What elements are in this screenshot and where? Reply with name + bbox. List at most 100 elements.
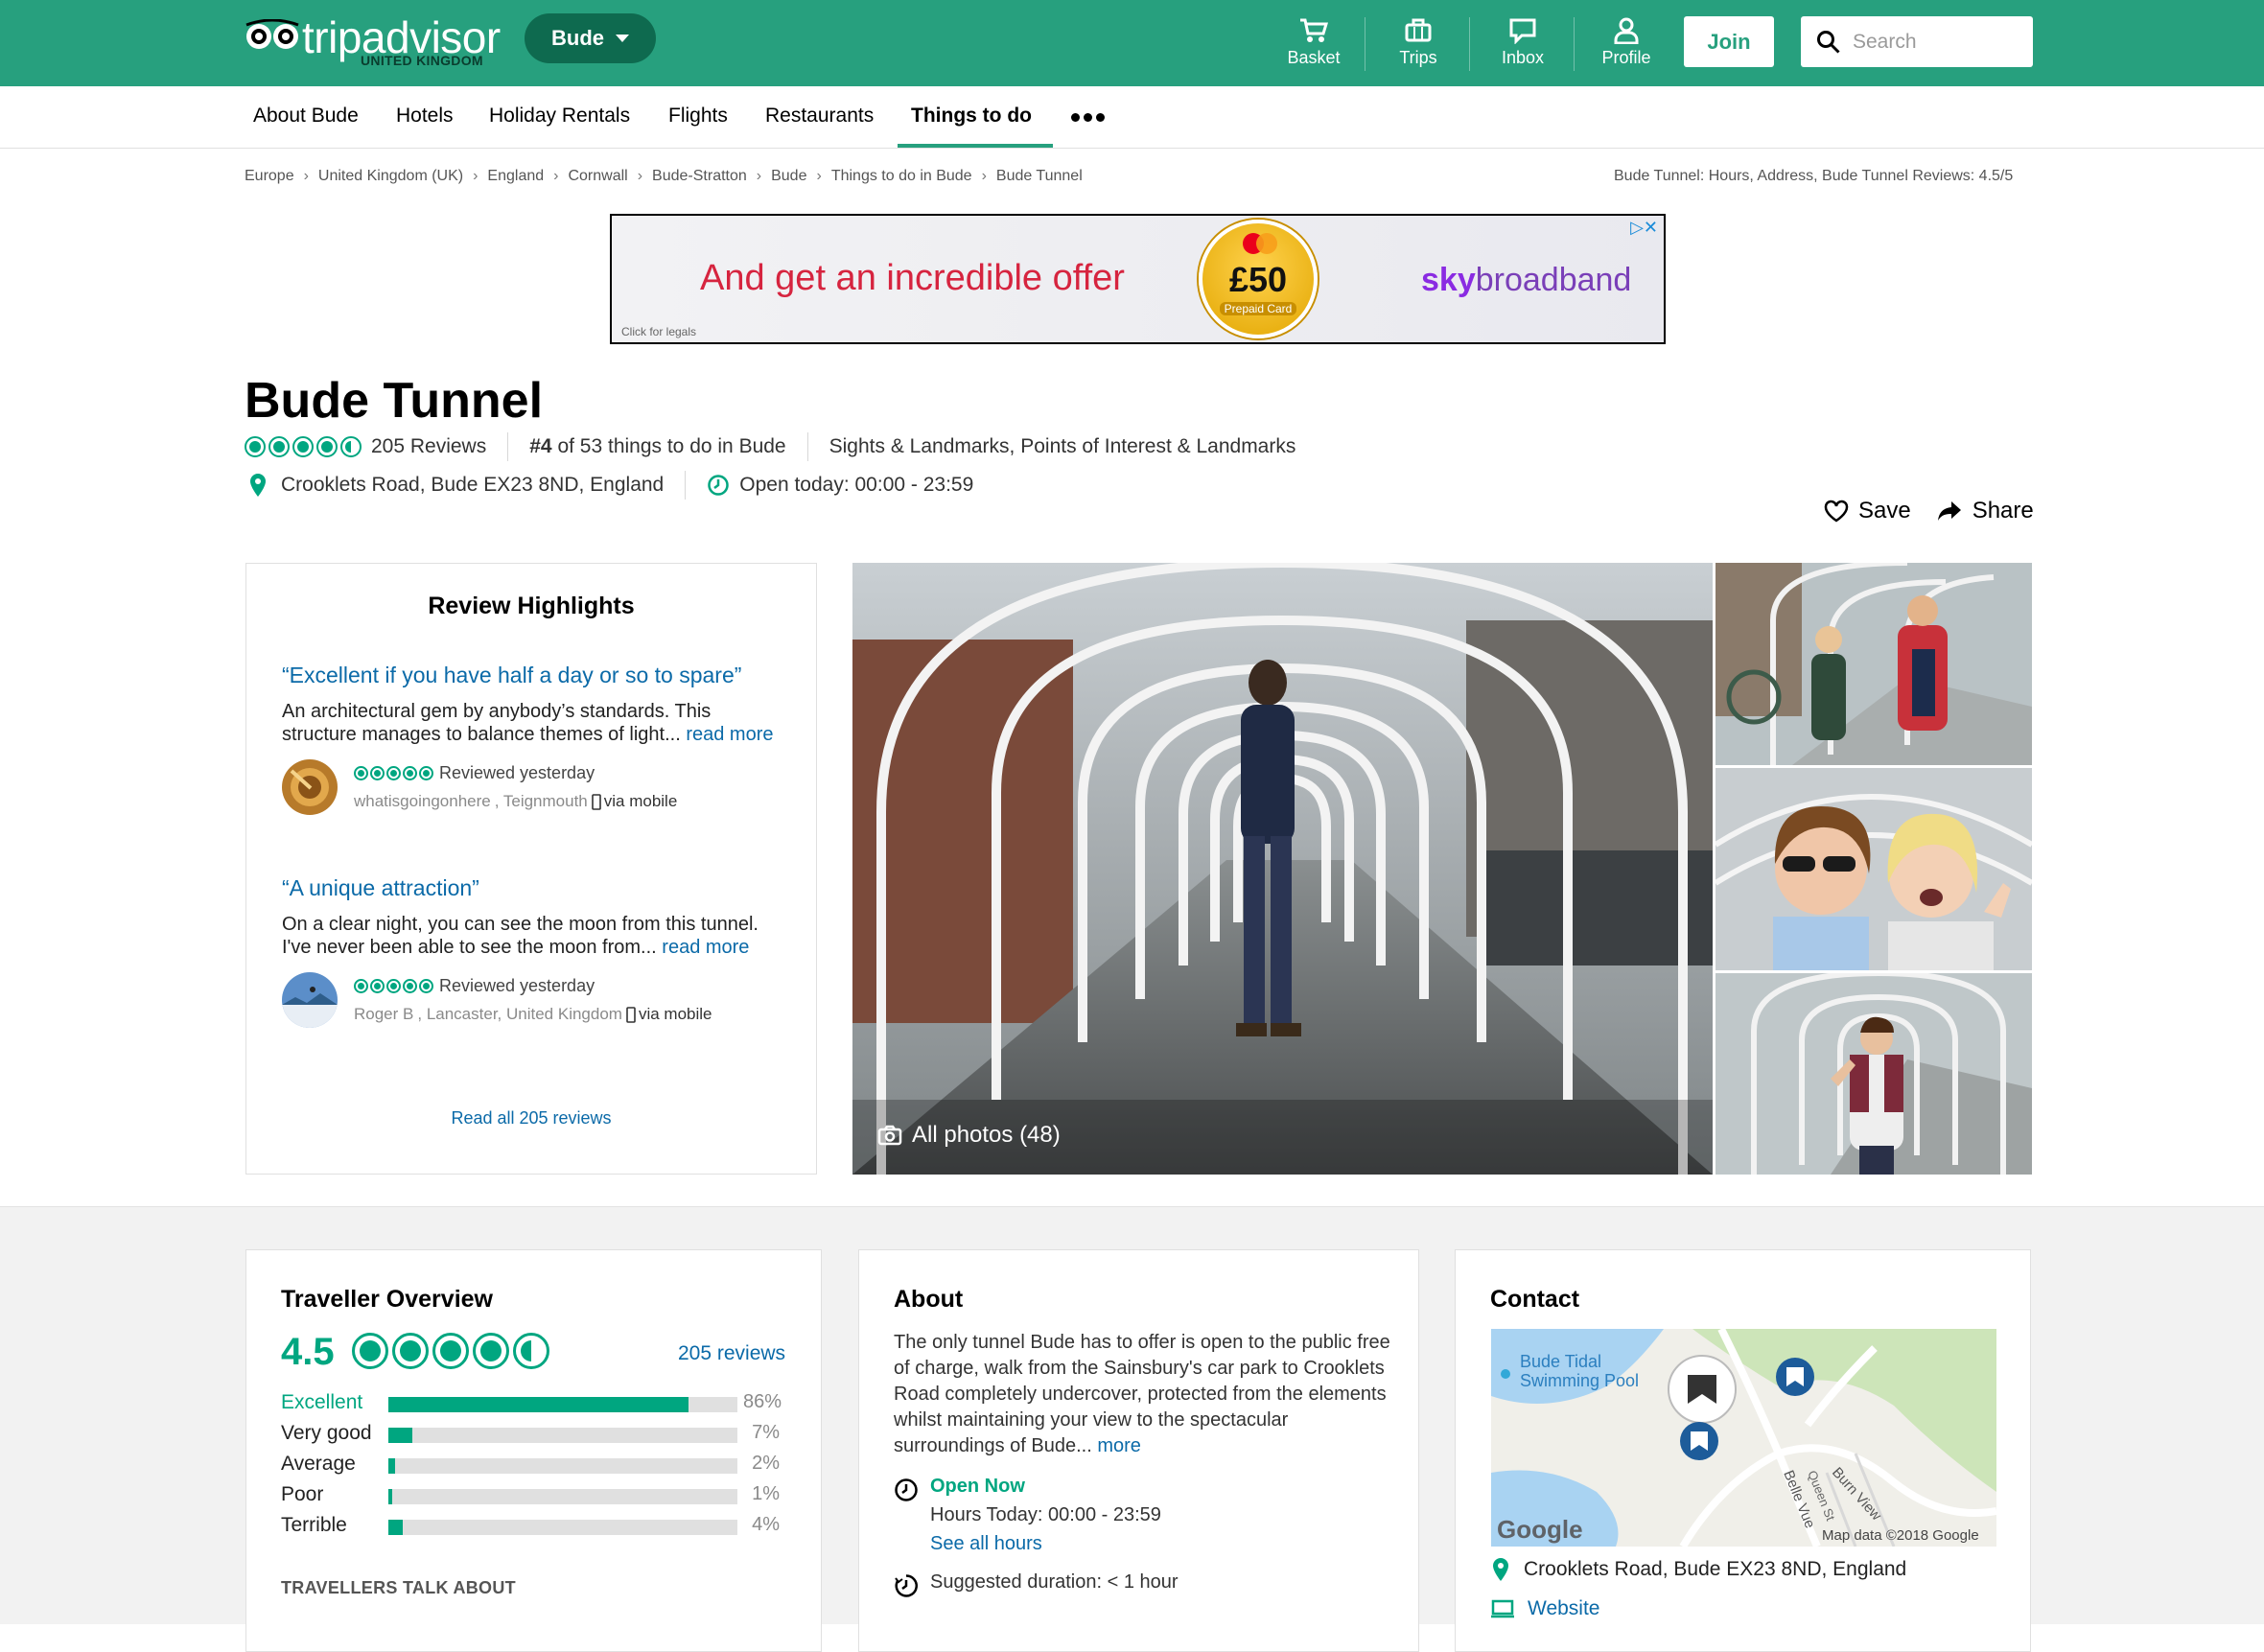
contact-title: Contact — [1490, 1286, 1580, 1313]
rating-bar-row[interactable]: Poor 1% — [281, 1483, 780, 1510]
share-button[interactable]: Share — [1936, 498, 2034, 524]
clock-icon — [708, 475, 729, 496]
rating-bar-row[interactable]: Very good 7% — [281, 1422, 780, 1449]
mobile-icon — [626, 1006, 636, 1023]
ad-brand-sky: sky — [1421, 262, 1476, 298]
see-all-hours-link[interactable]: See all hours — [894, 1533, 1392, 1562]
rating-bar-row[interactable]: Terrible 4% — [281, 1514, 780, 1541]
review-snippet: An architectural gem by anybody’s standa… — [282, 700, 781, 746]
review-quote-link[interactable]: “A unique attraction” — [282, 875, 781, 901]
categories-link[interactable]: Sights & Landmarks, Points of Interest &… — [829, 435, 1296, 458]
ad-legal[interactable]: Click for legals — [621, 325, 696, 338]
breadcrumb-item[interactable]: Things to do in Bude — [831, 168, 972, 185]
nav-basket[interactable]: Basket — [1271, 17, 1357, 75]
rating-bar-fill — [388, 1520, 403, 1535]
breadcrumb-item[interactable]: Cornwall — [568, 168, 627, 185]
location-label: Bude — [551, 26, 604, 50]
subnav-flights[interactable]: Flights — [668, 105, 728, 128]
address-link[interactable]: Crooklets Road, Bude EX23 8ND, England — [281, 474, 664, 497]
advertisement-banner[interactable]: And get an incredible offer £50 Prepaid … — [610, 214, 1666, 344]
map-pin-icon — [250, 474, 266, 497]
via-mobile-label: via mobile — [638, 1005, 712, 1023]
reviewer-info: Reviewed yesterday whatisgoingonhere , T… — [282, 759, 781, 817]
avatar[interactable] — [282, 972, 338, 1028]
open-today[interactable]: Open today: 00:00 - 23:59 — [739, 474, 973, 497]
location-map[interactable]: Bude Tidal Swimming Pool Burn View Belle… — [1491, 1329, 1996, 1547]
bubble-icon — [432, 1333, 469, 1369]
save-share-actions: Save Share — [1824, 498, 2034, 524]
read-all-reviews-link[interactable]: Read all 205 reviews — [246, 1108, 816, 1128]
reviews-count-link[interactable]: 205 Reviews — [371, 435, 486, 458]
nav-trips[interactable]: Trips — [1375, 17, 1461, 75]
breadcrumb-item[interactable]: United Kingdom (UK) — [318, 168, 463, 185]
subnav-hotels[interactable]: Hotels — [396, 105, 454, 128]
mastercard-icon — [1243, 233, 1277, 254]
about-title: About — [894, 1286, 964, 1313]
more-link[interactable]: more — [1097, 1435, 1141, 1456]
rating-bar-label: Poor — [281, 1483, 324, 1505]
more-menu-icon[interactable] — [1071, 113, 1105, 122]
bubble-icon — [473, 1333, 509, 1369]
search-icon — [1817, 30, 1840, 54]
join-button[interactable]: Join — [1684, 16, 1774, 67]
location-dropdown[interactable]: Bude — [525, 13, 656, 63]
reviewer-info: Reviewed yesterday Roger B , Lancaster, … — [282, 972, 781, 1030]
reviewer-name[interactable]: Roger B — [354, 1005, 413, 1024]
bubble-icon — [268, 436, 290, 457]
attraction-location-hours: Crooklets Road, Bude EX23 8ND, England O… — [245, 471, 973, 500]
reviewer-location: , Teignmouth — [494, 792, 588, 810]
contact-card: Contact Bude Tidal Swimming Pool Burn Vi… — [1455, 1249, 2031, 1652]
subnav-about[interactable]: About Bude — [253, 105, 359, 128]
breadcrumb-item[interactable]: England — [487, 168, 544, 185]
nav-basket-label: Basket — [1287, 48, 1341, 67]
ad-card-amount: £50 — [1228, 260, 1288, 299]
contact-address-row[interactable]: Crooklets Road, Bude EX23 8ND, England — [1491, 1557, 1906, 1582]
website-label: Website — [1528, 1597, 1600, 1619]
read-more-link[interactable]: read more — [686, 724, 773, 745]
review-quote-link[interactable]: “Excellent if you have half a day or so … — [282, 663, 781, 688]
search-input[interactable]: Search — [1801, 16, 2033, 67]
breadcrumb-item[interactable]: Bude — [771, 168, 806, 185]
rating-bar-row[interactable]: Excellent 86% — [281, 1391, 782, 1418]
reviews-count-link[interactable]: 205 reviews — [678, 1342, 785, 1365]
ranking[interactable]: #4 of 53 things to do in Bude — [529, 435, 785, 458]
main-photo[interactable]: All photos (48) — [852, 563, 1713, 1175]
reviewer-name[interactable]: whatisgoingonhere — [354, 792, 491, 811]
avatar[interactable] — [282, 759, 338, 815]
review-highlights-card: Review Highlights “Excellent if you have… — [245, 563, 817, 1175]
suggested-duration: Suggested duration: < 1 hour — [930, 1571, 1179, 1593]
nav-trips-label: Trips — [1399, 48, 1437, 67]
rating-bar-label: Very good — [281, 1422, 372, 1444]
breadcrumb-item[interactable]: Europe — [245, 168, 294, 185]
review-highlight: “A unique attraction” On a clear night, … — [282, 875, 781, 1030]
subnav-holiday-rentals[interactable]: Holiday Rentals — [489, 105, 630, 128]
save-button[interactable]: Save — [1824, 498, 1911, 524]
ad-choices-icon[interactable]: ▷✕ — [1630, 218, 1658, 238]
read-more-link[interactable]: read more — [662, 937, 749, 958]
photo-thumbnail[interactable] — [1716, 973, 2032, 1175]
photo-thumbnail[interactable] — [1716, 563, 2032, 765]
subnav-things-to-do[interactable]: Things to do — [911, 105, 1032, 128]
rating-bar-track — [388, 1428, 737, 1443]
subnav-restaurants[interactable]: Restaurants — [765, 105, 874, 128]
share-label: Share — [1972, 498, 2034, 524]
map-copyright: Map data ©2018 Google — [1822, 1527, 1979, 1544]
about-card: About The only tunnel Bude has to offer … — [858, 1249, 1419, 1652]
photo-thumbnail[interactable] — [1716, 768, 2032, 970]
rating-bar-row[interactable]: Average 2% — [281, 1453, 780, 1479]
traveller-overview-card: Traveller Overview 4.5 205 reviews Excel… — [245, 1249, 822, 1652]
ad-brand-rest: broadband — [1475, 262, 1632, 298]
camera-icon — [877, 1125, 902, 1146]
nav-inbox[interactable]: Inbox — [1480, 17, 1566, 75]
bubble-icon — [245, 436, 266, 457]
nav-divider — [1469, 17, 1470, 71]
nav-profile[interactable]: Profile — [1583, 17, 1669, 75]
secondary-nav: About Bude Hotels Holiday Rentals Flight… — [0, 86, 2264, 149]
ad-headline: And get an incredible offer — [700, 258, 1125, 298]
breadcrumb-item[interactable]: Bude-Stratton — [652, 168, 747, 185]
review-highlights-title: Review Highlights — [428, 593, 635, 619]
hours-info: Open Now Hours Today: 00:00 - 23:59 See … — [894, 1476, 1392, 1600]
rating-bubbles[interactable] — [245, 436, 362, 457]
website-link[interactable]: Website — [1491, 1597, 1599, 1620]
all-photos-button[interactable]: All photos (48) — [877, 1122, 1061, 1149]
